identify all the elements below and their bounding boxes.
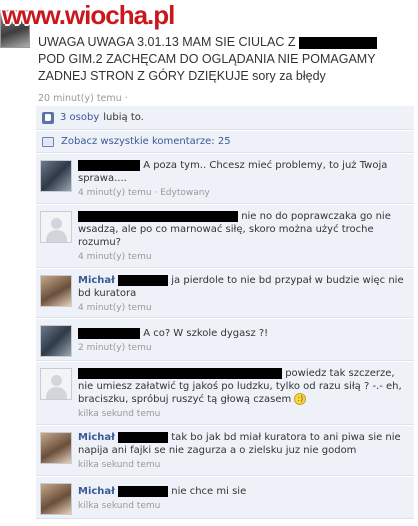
comment-author[interactable]: Michał [78, 432, 115, 443]
view-all-comments-bar[interactable]: Zobacz wszystkie komentarze: 25 [36, 131, 414, 153]
comment-body: A co? W szkole dygasz ?! 2 minut(y) temu [78, 327, 408, 355]
comment-item: Michał nie chce mi sie kilka sekund temu [36, 477, 414, 519]
comment-item: A poza tym.. Chcesz mieć problemy, to ju… [36, 154, 414, 204]
comment-meta: kilka sekund temu [78, 460, 161, 470]
comment-item: powiedz tak szczerze, nie umiesz załatwi… [36, 362, 414, 425]
comment-author[interactable]: Michał [78, 275, 115, 286]
comment-item: nie no do poprawczaka go nie wsadzą, ale… [36, 205, 414, 268]
smiley-emoticon: :) [294, 393, 307, 405]
commenter-avatar[interactable] [40, 275, 72, 307]
commenter-avatar[interactable] [40, 325, 72, 357]
comments-icon [42, 136, 54, 147]
comment-meta: 4 minut(y) temu · Edytowany [78, 188, 210, 198]
comment-meta: 2 minut(y) temu [78, 343, 152, 353]
comment-body: Michał tak bo jak bd miał kuratora to an… [78, 431, 408, 472]
post-text-part1: UWAGA UWAGA 3.01.13 MAM SIE CIULAC Z [38, 35, 296, 49]
comment-text: A co? W szkole dygasz ?! [143, 328, 269, 339]
comment-item: Michał tak bo jak bd miał kuratora to an… [36, 426, 414, 476]
redacted-author [118, 431, 169, 443]
redacted-author [78, 327, 140, 339]
comment-body: powiedz tak szczerze, nie umiesz załatwi… [78, 367, 408, 421]
redacted-author [118, 485, 169, 497]
comment-body: Michał nie chce mi sie kilka sekund temu [78, 485, 408, 513]
commenter-avatar[interactable] [40, 211, 72, 243]
post-timestamp[interactable]: 20 minut(y) temu [38, 93, 122, 104]
comment-item: Michał ja pierdole to nie bd przypał w b… [36, 269, 414, 318]
redaction-block [298, 36, 377, 49]
likes-count-link[interactable]: 3 osoby [60, 112, 99, 123]
post-meta: 20 minut(y) temu · [38, 93, 128, 104]
post-text: UWAGA UWAGA 3.01.13 MAM SIE CIULAC Z POD… [38, 34, 414, 85]
redacted-author [78, 210, 238, 222]
site-watermark: www.wiocha.pl [2, 0, 175, 30]
redacted-author [118, 274, 169, 286]
redacted-author [78, 159, 140, 171]
comment-text: nie chce mi sie [171, 486, 247, 497]
comment-meta: 4 minut(y) temu [78, 303, 152, 313]
comment-author[interactable]: Michał [78, 486, 115, 497]
view-all-comments-link[interactable]: Zobacz wszystkie komentarze: 25 [61, 136, 231, 147]
commenter-avatar[interactable] [40, 432, 72, 464]
commenter-avatar[interactable] [40, 368, 72, 400]
commenter-avatar[interactable] [40, 483, 72, 515]
comment-meta: kilka sekund temu [78, 409, 161, 419]
redacted-author [78, 367, 282, 379]
comment-meta: 4 minut(y) temu [78, 252, 152, 262]
comment-body: nie no do poprawczaka go nie wsadzą, ale… [78, 210, 408, 264]
comment-meta: kilka sekund temu [78, 501, 161, 511]
thumbs-up-icon [42, 111, 54, 124]
comment-body: A poza tym.. Chcesz mieć problemy, to ju… [78, 159, 408, 200]
likes-suffix: lubią to. [103, 112, 144, 123]
comment-item: A co? W szkole dygasz ?! 2 minut(y) temu [36, 319, 414, 361]
post-text-part2: POD GIM.2 ZACHĘCAM DO OGLĄDANIA NIE POMA… [38, 52, 376, 83]
likes-bar: 3 osoby lubią to. [36, 106, 414, 130]
meta-separator: · [124, 93, 128, 104]
commenter-avatar[interactable] [40, 160, 72, 192]
comment-body: Michał ja pierdole to nie bd przypał w b… [78, 274, 408, 315]
